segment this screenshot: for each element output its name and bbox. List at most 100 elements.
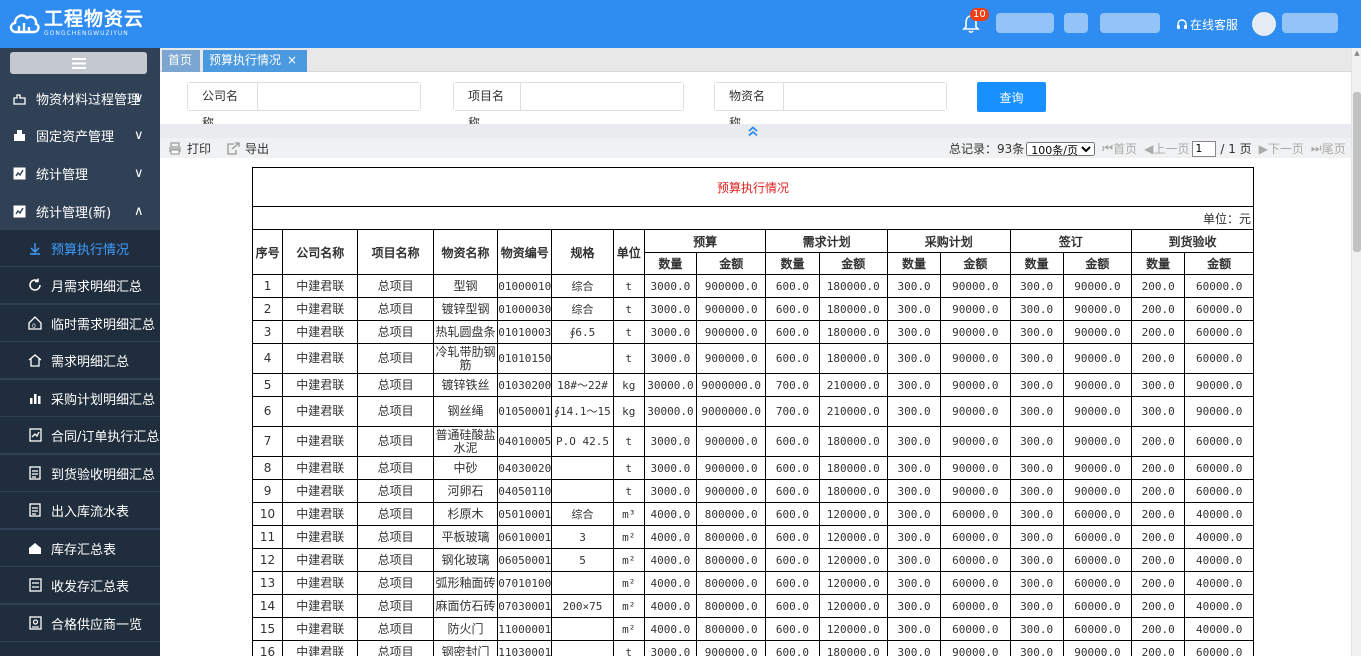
cell-arrival-amount: 90000.0 bbox=[1184, 373, 1254, 397]
search-collapse-bar[interactable] bbox=[160, 124, 1351, 138]
tab-budget-execution[interactable]: 预算执行情况 × bbox=[203, 50, 307, 72]
sidebar-item-budget-execution[interactable]: 预算执行情况 bbox=[0, 230, 160, 266]
cell-project: 总项目 bbox=[357, 343, 434, 374]
cell-signed-qty: 300.0 bbox=[1009, 571, 1064, 595]
cell-arrival-qty: 200.0 bbox=[1131, 571, 1186, 595]
menu-group-statistics[interactable]: 统计管理 ∨ bbox=[0, 155, 160, 191]
sidebar-item-stock-flow[interactable]: 出入库流水表 bbox=[0, 492, 160, 528]
project-name-input[interactable] bbox=[521, 83, 683, 110]
page-number-input[interactable] bbox=[1192, 140, 1217, 157]
cell-code: 07030001 bbox=[497, 594, 553, 618]
cell-budget-amount: 900000.0 bbox=[696, 343, 767, 374]
cell-index: 5 bbox=[251, 373, 284, 397]
company-name-field: 公司名称 bbox=[187, 82, 421, 130]
next-page-label: 下一页 bbox=[1267, 142, 1304, 156]
cell-code: 01000030 bbox=[497, 297, 553, 321]
cell-purchase-qty: 300.0 bbox=[886, 320, 942, 344]
sidebar-item-qualified-suppliers[interactable]: 合格供应商一览 bbox=[0, 605, 160, 641]
export-button[interactable]: 导出 bbox=[226, 140, 269, 157]
cell-demand-amount: 120000.0 bbox=[818, 571, 888, 595]
online-service-link[interactable]: 在线客服 bbox=[1176, 16, 1238, 33]
cell-index: 6 bbox=[251, 396, 284, 427]
cell-budget-amount: 900000.0 bbox=[696, 640, 767, 656]
sidebar-item-purchase-plan[interactable]: 采购计划明细汇总 bbox=[0, 380, 160, 416]
menu-group-label: 统计管理 bbox=[36, 167, 89, 183]
cell-budget-amount: 9000000.0 bbox=[696, 396, 767, 427]
app-logo[interactable]: 工程物资云 GONGCHENGWUZIYUN bbox=[8, 8, 144, 38]
menu-group-material-process[interactable]: 物资材料过程管理 ∨ bbox=[0, 80, 160, 116]
menu-group-statistics-new[interactable]: 统计管理(新) ∧ bbox=[0, 193, 160, 229]
col-header-code: 物资编号 bbox=[497, 229, 553, 275]
cell-material: 平板玻璃 bbox=[432, 525, 499, 549]
cell-purchase-qty: 300.0 bbox=[886, 373, 942, 397]
cell-material: 热轧圆盘条 bbox=[432, 320, 499, 344]
scrollbar-thumb[interactable] bbox=[1353, 92, 1361, 252]
cell-purchase-amount: 90000.0 bbox=[940, 456, 1011, 480]
cell-spec bbox=[551, 479, 614, 503]
cell-purchase-amount: 60000.0 bbox=[940, 594, 1011, 618]
sidebar-item-arrival-acceptance[interactable]: 到货验收明细汇总 bbox=[0, 455, 160, 491]
sidebar-item-inventory-summary[interactable]: 库存汇总表 bbox=[0, 530, 160, 566]
menu-group-fixed-assets[interactable]: 固定资产管理 ∨ bbox=[0, 117, 160, 153]
cell-unit: kg bbox=[612, 396, 645, 427]
scroll-up-icon[interactable]: ▲ bbox=[1353, 48, 1361, 58]
cell-spec bbox=[551, 571, 614, 595]
company-name-input[interactable] bbox=[258, 83, 420, 110]
sidebar-item-temp-demand[interactable]: 0 临时需求明细汇总 bbox=[0, 305, 160, 341]
project-name-label: 项目名称 bbox=[454, 83, 521, 130]
cell-demand-qty: 600.0 bbox=[765, 571, 820, 595]
last-page-label: 尾页 bbox=[1321, 142, 1346, 156]
cell-index: 3 bbox=[251, 320, 284, 344]
cell-purchase-qty: 300.0 bbox=[886, 396, 942, 427]
cell-unit: t bbox=[612, 343, 645, 374]
cell-purchase-amount: 90000.0 bbox=[940, 373, 1011, 397]
last-page-button[interactable]: ⏭ 尾页 bbox=[1311, 140, 1346, 157]
cell-budget-amount: 900000.0 bbox=[696, 456, 767, 480]
sidebar-item-label: 库存汇总表 bbox=[51, 542, 117, 558]
cell-budget-qty: 30000.0 bbox=[643, 396, 698, 427]
sidebar-item-monthly-demand[interactable]: 月需求明细汇总 bbox=[0, 267, 160, 303]
print-label: 打印 bbox=[187, 142, 212, 156]
cell-material: 钢密封门 bbox=[432, 640, 499, 656]
cell-unit: m² bbox=[612, 548, 645, 572]
cell-code: 04050110 bbox=[497, 479, 553, 503]
material-name-input[interactable] bbox=[784, 83, 946, 110]
col-header-unit: 单位 bbox=[612, 229, 645, 275]
cell-arrival-amount: 40000.0 bbox=[1184, 548, 1254, 572]
sidebar-item-label: 采购计划明细汇总 bbox=[51, 392, 156, 408]
avatar[interactable] bbox=[1252, 12, 1276, 36]
sidebar-toggle-button[interactable] bbox=[10, 52, 147, 74]
cell-purchase-qty: 300.0 bbox=[886, 617, 942, 641]
cell-company: 中建君联 bbox=[282, 373, 359, 397]
material-name-label: 物资名称 bbox=[715, 83, 784, 130]
table-row: 12 中建君联 总项目 钢化玻璃 06050001 5 m² 4000.0 800000.0 60… bbox=[251, 548, 1254, 572]
sidebar-item-demand-detail[interactable]: 需求明细汇总 bbox=[0, 342, 160, 378]
cell-spec: 5 bbox=[551, 548, 614, 572]
cell-company: 中建君联 bbox=[282, 320, 359, 344]
cell-purchase-qty: 300.0 bbox=[886, 502, 942, 526]
cell-arrival-qty: 200.0 bbox=[1131, 456, 1186, 480]
cell-material: 河卵石 bbox=[432, 479, 499, 503]
print-button[interactable]: 打印 bbox=[168, 140, 211, 157]
close-icon[interactable]: × bbox=[287, 53, 297, 67]
cell-signed-qty: 300.0 bbox=[1009, 502, 1064, 526]
sidebar-item-partial[interactable] bbox=[0, 642, 160, 656]
query-button[interactable]: 查询 bbox=[977, 82, 1046, 112]
tab-home[interactable]: 首页 bbox=[162, 50, 200, 72]
cell-arrival-qty: 300.0 bbox=[1131, 373, 1186, 397]
sidebar-item-receive-issue[interactable]: 收发存汇总表 bbox=[0, 567, 160, 603]
cell-demand-amount: 210000.0 bbox=[818, 373, 888, 397]
table-row: 5 中建君联 总项目 镀锌铁丝 01030200 18#～22# kg 30000.0 9000… bbox=[251, 373, 1254, 397]
cell-spec: 3 bbox=[551, 525, 614, 549]
cell-arrival-amount: 60000.0 bbox=[1184, 274, 1254, 298]
first-page-button[interactable]: ⏮ 首页 bbox=[1102, 140, 1137, 157]
cell-signed-qty: 300.0 bbox=[1009, 396, 1064, 427]
sidebar-item-contract-execution[interactable]: 合同/订单执行汇总 bbox=[0, 417, 160, 453]
cell-arrival-amount: 40000.0 bbox=[1184, 617, 1254, 641]
page-size-select[interactable]: 100条/页 bbox=[1026, 141, 1096, 156]
prev-page-button[interactable]: ◀ 上一页 bbox=[1144, 140, 1189, 157]
cell-purchase-qty: 300.0 bbox=[886, 548, 942, 572]
page-scrollbar[interactable]: ▲ bbox=[1351, 48, 1361, 656]
next-page-button[interactable]: ▶ 下一页 bbox=[1259, 140, 1304, 157]
cell-budget-qty: 3000.0 bbox=[643, 320, 698, 344]
